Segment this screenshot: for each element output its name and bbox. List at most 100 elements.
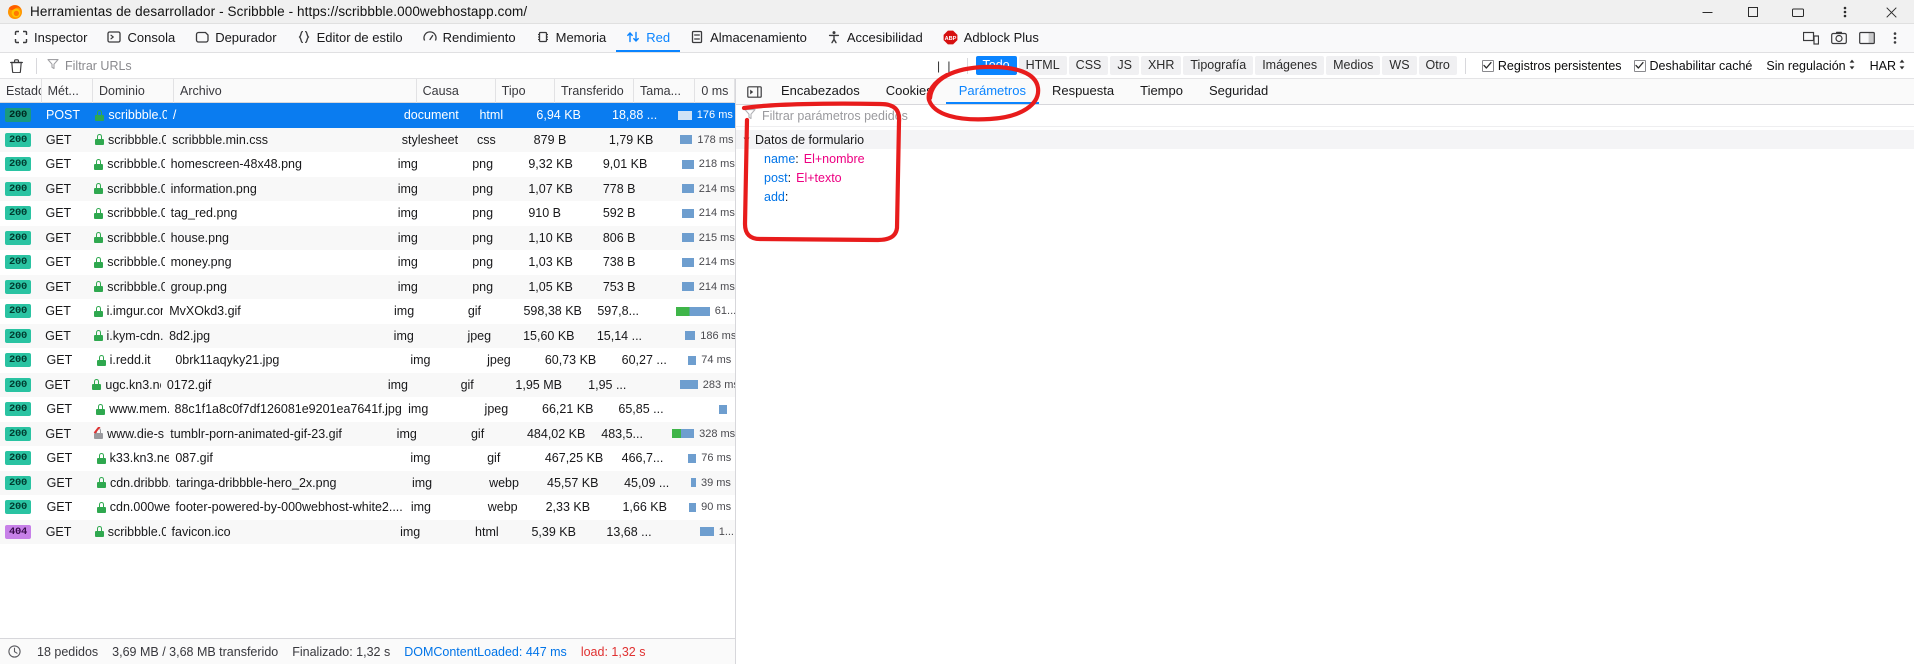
cell-type: jpeg [484, 402, 509, 417]
table-row[interactable]: 200 GET scribbble.0... scribbble.min.css sty… [0, 127, 735, 152]
pause-button[interactable]: | | [931, 59, 959, 73]
cell-timeline: 218 ms [655, 158, 735, 170]
filter-imagenes[interactable]: Imágenes [1255, 56, 1325, 75]
cell-cause: img [411, 475, 433, 490]
column-header-timeline[interactable]: 0 ms [695, 78, 736, 103]
toggle-sidebar-icon[interactable] [740, 79, 768, 104]
table-row[interactable]: 200 GET scribbble.0... group.png img png 1,05 … [0, 274, 735, 299]
har-dropdown[interactable]: HAR [1870, 59, 1906, 73]
filter-ws[interactable]: WS [1382, 56, 1417, 75]
cell-domain: scribbble.0... [89, 133, 166, 147]
lock-icon [95, 134, 105, 146]
close-button[interactable] [1868, 0, 1914, 24]
tab-debugger[interactable]: Depurador [185, 24, 286, 52]
status-badge: 200 [5, 402, 32, 417]
tab-adblock-plus[interactable]: ABP Adblock Plus [933, 24, 1049, 52]
detail-tab-cookies[interactable]: Cookies [873, 79, 946, 104]
column-header-causa[interactable]: Causa [417, 78, 496, 103]
column-header-dominio[interactable]: Dominio [93, 78, 175, 103]
detail-tab-tiempo[interactable]: Tiempo [1127, 79, 1196, 104]
throttling-dropdown[interactable]: Sin regulación [1766, 59, 1855, 73]
filter-medios[interactable]: Medios [1326, 56, 1381, 75]
table-row[interactable]: 200 GET scribbble.0... money.png img png 1,03 … [0, 250, 735, 275]
table-row[interactable]: 200 GET scribbble.0... house.png img png 1,10 … [0, 225, 735, 250]
extra-button[interactable] [1776, 0, 1822, 24]
filter-css[interactable]: CSS [1068, 56, 1109, 75]
detail-tab-encabezados[interactable]: Encabezados [768, 79, 873, 104]
column-header-transferido[interactable]: Transferido [555, 78, 635, 103]
cell-file: 0brk11aqyky21.jpg [175, 353, 280, 368]
cell-transferred: 484,02 KB [526, 426, 586, 441]
table-row[interactable]: 200 GET www.mem... 88c1f1a8c0f7df126081e920… [0, 397, 735, 422]
filter-xhr[interactable]: XHR [1140, 56, 1182, 75]
persistent-logs-checkbox[interactable]: Registros persistentes [1481, 59, 1622, 73]
domain-text: www.die-s... [107, 426, 165, 441]
column-header-metodo[interactable]: Mét... [42, 78, 94, 103]
tab-network[interactable]: Red [616, 24, 681, 52]
meatball-menu-icon[interactable] [1882, 25, 1908, 51]
table-row[interactable]: 200 GET i.kym-cdn.c... 8d2.jpg img jpeg 15,60 … [0, 323, 735, 348]
status-badge: 200 [5, 426, 32, 441]
window-titlebar: Herramientas de desarrollador - Scribbbl… [0, 0, 1914, 24]
filter-js[interactable]: JS [1110, 56, 1139, 75]
column-header-archivo[interactable]: Archivo [174, 78, 417, 103]
table-row[interactable]: 200 GET i.imgur.com MvXOkd3.gif img gif 598,38… [0, 299, 735, 324]
param-filter-input[interactable]: Filtrar parámetros pedidos [736, 105, 1914, 127]
cell-transferred: 66,21 KB [542, 402, 594, 417]
table-row[interactable]: 404 GET scribbble.0... favicon.ico img html 5,… [0, 519, 735, 544]
filter-tipografia[interactable]: Tipografía [1183, 56, 1254, 75]
url-filter-input[interactable]: Filtrar URLs [47, 57, 247, 75]
minimize-button[interactable] [1684, 0, 1730, 24]
lock-icon [92, 379, 102, 391]
table-row[interactable]: 200 GET cdn.dribbb... taringa-dribbble-hero… [0, 470, 735, 495]
responsive-design-mode-icon[interactable] [1798, 25, 1824, 51]
cell-timeline: 74 ms [675, 354, 735, 366]
detail-tab-parametros[interactable]: Parámetros [945, 79, 1039, 104]
tab-accessibility[interactable]: Accesibilidad [817, 24, 933, 52]
table-row[interactable]: 200 GET scribbble.0... homescreen-48x48.png… [0, 152, 735, 177]
tab-network-label: Red [646, 29, 671, 45]
storage-icon [690, 30, 704, 44]
dock-icon[interactable] [1854, 25, 1880, 51]
detail-tab-seguridad[interactable]: Seguridad [1196, 79, 1281, 104]
cell-file: money.png [170, 255, 232, 270]
tab-memory[interactable]: Memoria [526, 24, 617, 52]
form-data-header[interactable]: Datos de formulario [736, 130, 1914, 149]
menu-button[interactable] [1822, 0, 1868, 24]
filter-otro[interactable]: Otro [1418, 56, 1457, 75]
table-row[interactable]: 200 GET ugc.kn3.net 0172.gif img gif 1,95 MB 1,… [0, 372, 735, 397]
screenshot-icon[interactable] [1826, 25, 1852, 51]
table-row[interactable]: 200 GET scribbble.0... tag_red.png img png 910… [0, 201, 735, 226]
table-row[interactable]: 200 GET scribbble.0... information.png img pn… [0, 176, 735, 201]
tab-style-editor[interactable]: Editor de estilo [287, 24, 413, 52]
filter-html[interactable]: HTML [1018, 56, 1067, 75]
table-row[interactable]: 200 GET www.die-s... tumblr-porn-animated-g… [0, 421, 735, 446]
column-header-tipo[interactable]: Tipo [496, 78, 555, 103]
form-param-row[interactable]: add: [736, 187, 1914, 206]
cell-status: 200 [0, 230, 40, 245]
form-param-row[interactable]: name: El+nombre [736, 149, 1914, 168]
filter-todo[interactable]: Todo [975, 56, 1017, 75]
domain-text: i.kym-cdn.c... [106, 328, 164, 343]
table-row[interactable]: 200 POST scribbble.0... / document html 6,94 K… [0, 103, 735, 128]
cell-file: group.png [170, 279, 227, 294]
form-param-row[interactable]: post: El+texto [736, 168, 1914, 187]
cell-cause: img [397, 230, 418, 245]
trash-icon[interactable] [6, 58, 26, 73]
tab-console[interactable]: Consola [97, 24, 185, 52]
tab-performance[interactable]: Rendimiento [413, 24, 526, 52]
tab-storage[interactable]: Almacenamiento [680, 24, 817, 52]
maximize-button[interactable] [1730, 0, 1776, 24]
table-row[interactable]: 200 GET i.redd.it 0brk11aqyky21.jpg img jpeg 6… [0, 348, 735, 373]
cell-file: 0172.gif [166, 377, 212, 392]
tab-inspector[interactable]: Inspector [4, 24, 97, 52]
debugger-icon [195, 30, 209, 44]
table-row[interactable]: 200 GET k33.kn3.net 087.gif img gif 467,25 KB 4… [0, 446, 735, 471]
disable-cache-checkbox[interactable]: Deshabilitar caché [1633, 59, 1752, 73]
column-header-estado[interactable]: Estado [0, 78, 42, 103]
cell-cause: img [396, 426, 417, 441]
table-row[interactable]: 200 GET cdn.000we... footer-powered-by-000w… [0, 495, 735, 520]
detail-tab-respuesta[interactable]: Respuesta [1039, 79, 1127, 104]
column-header-tamano[interactable]: Tama... [634, 78, 696, 103]
type-filter-group: Todo HTML CSS JS XHR Tipografía Imágenes… [975, 56, 1457, 75]
